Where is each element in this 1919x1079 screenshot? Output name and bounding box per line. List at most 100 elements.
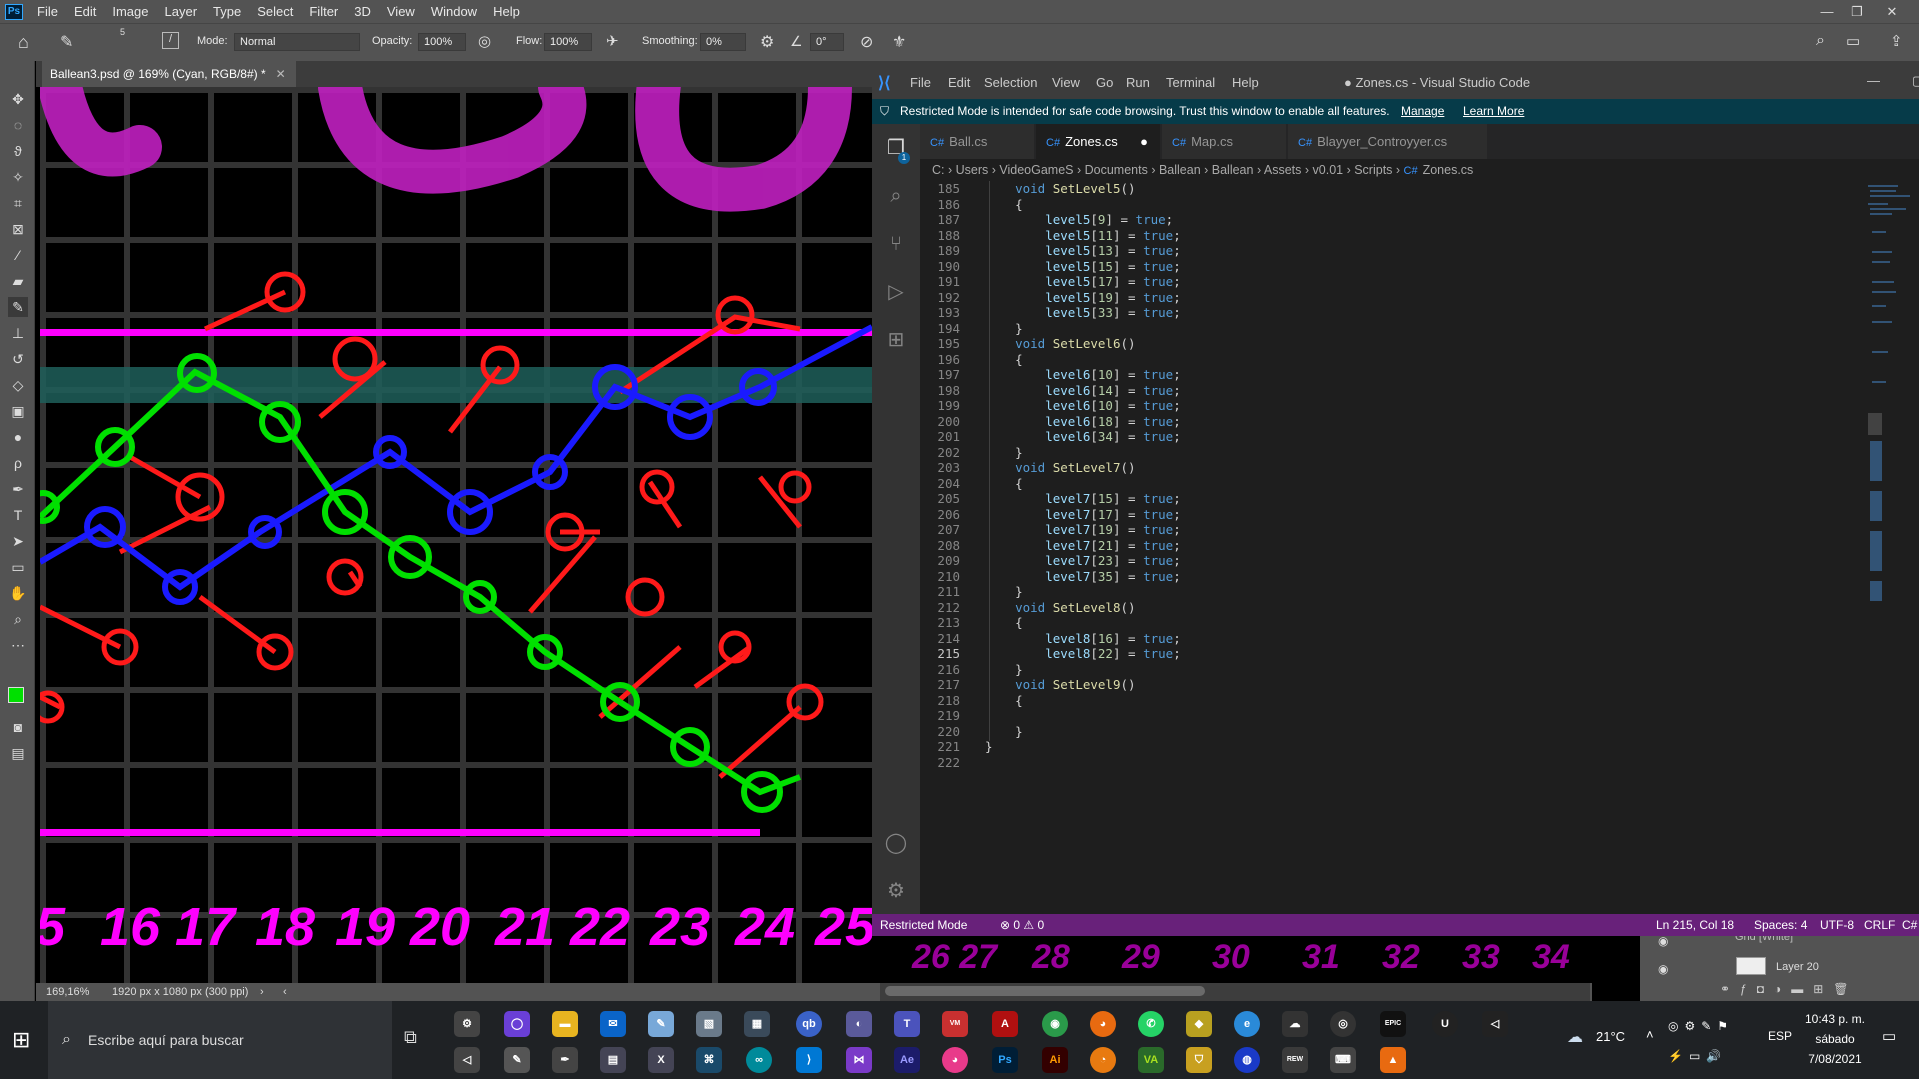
app-arduino-icon[interactable]: ∞ xyxy=(746,1047,772,1073)
healing-tool-icon[interactable]: ▰ xyxy=(8,271,28,291)
breadcrumb-item[interactable]: Assets xyxy=(1264,163,1302,177)
app-blender-icon[interactable]: ◔ xyxy=(1090,1047,1116,1073)
minimize-icon[interactable]: — xyxy=(1812,0,1842,23)
clock[interactable]: 10:43 p. m. sábado 7/08/2021 xyxy=(1800,1009,1870,1069)
move-tool-icon[interactable]: ✥ xyxy=(8,89,28,109)
ps-menu-file[interactable]: File xyxy=(29,4,66,19)
app-notepad-icon[interactable]: ✎ xyxy=(648,1011,674,1037)
restore-icon[interactable]: ❐ xyxy=(1842,0,1872,23)
source-control-icon[interactable]: ⑂ xyxy=(884,232,908,256)
settings-gear-icon[interactable]: ⚙ xyxy=(884,879,908,903)
brush-tool-icon[interactable]: ✎ xyxy=(60,32,73,52)
photoshop-canvas[interactable]: 5 16 17 18 19 20 21 22 23 24 25 xyxy=(40,87,872,983)
symmetry-icon[interactable]: ⚜ xyxy=(892,32,906,52)
weather-temp[interactable]: 21°C xyxy=(1596,1029,1625,1044)
zoom-level[interactable]: 169,16% xyxy=(46,983,89,1001)
app-inkscape-icon[interactable]: ✎ xyxy=(504,1047,530,1073)
dodge-tool-icon[interactable]: ρ xyxy=(8,453,28,473)
flow-input[interactable]: 100% xyxy=(544,33,592,51)
app-cortana-icon[interactable]: ◯ xyxy=(504,1011,530,1037)
stamp-tool-icon[interactable]: ⊥ xyxy=(8,323,28,343)
taskbar-search[interactable]: ⌕ Escribe aquí para buscar xyxy=(48,1001,392,1079)
frame-tool-icon[interactable]: ⊠ xyxy=(8,219,28,239)
ps-menu-edit[interactable]: Edit xyxy=(66,4,104,19)
app-photoshop-icon[interactable]: Ps xyxy=(992,1047,1018,1073)
breadcrumb-item[interactable]: Documents xyxy=(1085,163,1148,177)
breadcrumb-item[interactable]: Scripts xyxy=(1354,163,1392,177)
app-keyboard-icon[interactable]: ⌨ xyxy=(1330,1047,1356,1073)
vsc-minimize-icon[interactable]: — xyxy=(1867,73,1880,88)
app-globe-icon[interactable]: ◍ xyxy=(1234,1047,1260,1073)
close-icon[interactable]: ✕ xyxy=(1877,0,1907,23)
task-view-icon[interactable]: ⧉ xyxy=(404,1027,417,1048)
pen-tool-icon[interactable]: ✒ xyxy=(8,479,28,499)
breadcrumb-item[interactable]: VideoGameS xyxy=(999,163,1073,177)
minimap[interactable] xyxy=(1862,181,1919,914)
pressure-opacity-icon[interactable]: ◎ xyxy=(478,32,491,50)
app-qbittorrent-icon[interactable]: qb xyxy=(796,1011,822,1037)
app-edge-icon[interactable]: e xyxy=(1234,1011,1260,1037)
breadcrumb-item[interactable]: v0.01 xyxy=(1313,163,1344,177)
tab-blayyer-controyyer-cs[interactable]: C# Blayyer_Controyyer.cs xyxy=(1288,124,1488,159)
app-steam-icon[interactable]: ⚙ xyxy=(454,1011,480,1037)
app-pen-icon[interactable]: ✒ xyxy=(552,1047,578,1073)
magic-wand-tool-icon[interactable]: ✧ xyxy=(8,167,28,187)
breadcrumb-item[interactable]: Zones.cs xyxy=(1423,163,1474,177)
manage-link[interactable]: Manage xyxy=(1401,99,1444,124)
app-unity-icon[interactable]: ◁ xyxy=(1482,1011,1508,1037)
eraser-tool-icon[interactable]: ◇ xyxy=(8,375,28,395)
app-cloud-icon[interactable]: ☁ xyxy=(1282,1011,1308,1037)
rectangle-tool-icon[interactable]: ▭ xyxy=(8,557,28,577)
eye-icon[interactable]: ◉ xyxy=(1658,962,1668,976)
app-krita-icon[interactable]: ◕ xyxy=(942,1047,968,1073)
photoshop-logo-icon[interactable]: Ps xyxy=(5,3,23,20)
crop-tool-icon[interactable]: ⌗ xyxy=(8,193,28,213)
blur-tool-icon[interactable]: ● xyxy=(8,427,28,447)
app-craftware-icon[interactable]: ◆ xyxy=(1186,1011,1212,1037)
eol-status[interactable]: CRLF xyxy=(1864,914,1895,936)
search-icon[interactable]: ⌕ xyxy=(884,184,908,208)
ps-menu-filter[interactable]: Filter xyxy=(301,4,346,19)
vsc-maximize-icon[interactable]: ▢ xyxy=(1912,73,1919,89)
code-editor[interactable]: 185 void SetLevel5() 186 {187 level5[9] =… xyxy=(920,181,1919,914)
app-voicemeeter-icon[interactable]: VM xyxy=(942,1011,968,1037)
cursor-position[interactable]: Ln 215, Col 18 xyxy=(1656,914,1734,936)
app-vlc-icon[interactable]: ▲ xyxy=(1380,1047,1406,1073)
restricted-mode-status[interactable]: Restricted Mode xyxy=(880,914,967,936)
layer-actions-icons[interactable]: ⚭ƒ◘◑▬⊞🗑 xyxy=(1720,982,1859,996)
ps-menu-view[interactable]: View xyxy=(379,4,423,19)
layer-20[interactable]: Layer 20 xyxy=(1776,961,1819,973)
quick-mask-icon[interactable]: ◙ xyxy=(8,717,28,737)
unsaved-dot-icon[interactable]: ● xyxy=(1140,124,1148,159)
ps-menu-type[interactable]: Type xyxy=(205,4,249,19)
path-selection-icon[interactable]: ➤ xyxy=(8,531,28,551)
breadcrumb-item[interactable]: Ballean xyxy=(1159,163,1201,177)
document-close-icon[interactable]: ✕ xyxy=(276,61,286,87)
breadcrumb-item[interactable]: Ballean xyxy=(1212,163,1254,177)
app-whatsapp-icon[interactable]: ✆ xyxy=(1138,1011,1164,1037)
pressure-size-icon[interactable]: ⊘ xyxy=(860,32,873,52)
ps-menu-help[interactable]: Help xyxy=(485,4,528,19)
brush-panel-icon[interactable]: / xyxy=(162,32,179,49)
scroll-left-icon[interactable]: ‹ xyxy=(283,983,287,1001)
account-icon[interactable]: ◯ xyxy=(884,831,908,855)
ps-menu-layer[interactable]: Layer xyxy=(157,4,206,19)
app-illustrator-icon[interactable]: Ai xyxy=(1042,1047,1068,1073)
app-va-icon[interactable]: VA xyxy=(1138,1047,1164,1073)
app-visual-studio-icon[interactable]: ⋈ xyxy=(846,1047,872,1073)
weather-icon[interactable]: ☁ xyxy=(1567,1027,1583,1047)
app-firefox-icon[interactable]: ◕ xyxy=(1090,1011,1116,1037)
document-tab[interactable]: Ballean3.psd @ 169% (Cyan, RGB/8#) * ✕ xyxy=(42,61,296,87)
app-teams-icon[interactable]: T xyxy=(894,1011,920,1037)
tray-icons-row1[interactable]: ◎⚙✎⚑ xyxy=(1668,1019,1734,1033)
tray-chevron-up-icon[interactable]: ˄ xyxy=(1646,1027,1654,1042)
smoothing-settings-icon[interactable]: ⚙ xyxy=(760,32,774,52)
document-info[interactable]: 1920 px x 1080 px (300 ppi) xyxy=(112,983,248,1001)
brush-tool-icon[interactable]: ✎ xyxy=(8,297,28,317)
app-unity-hub-icon[interactable]: ◁ xyxy=(454,1047,480,1073)
ps-menu-3d[interactable]: 3D xyxy=(346,4,379,19)
eye-icon[interactable]: ◉ xyxy=(1658,934,1668,948)
problems-status[interactable]: ⊗ 0 ⚠ 0 xyxy=(1000,914,1044,936)
app-mail-icon[interactable]: ✉ xyxy=(600,1011,626,1037)
app-vscode-icon[interactable]: ⟩ xyxy=(796,1047,822,1073)
